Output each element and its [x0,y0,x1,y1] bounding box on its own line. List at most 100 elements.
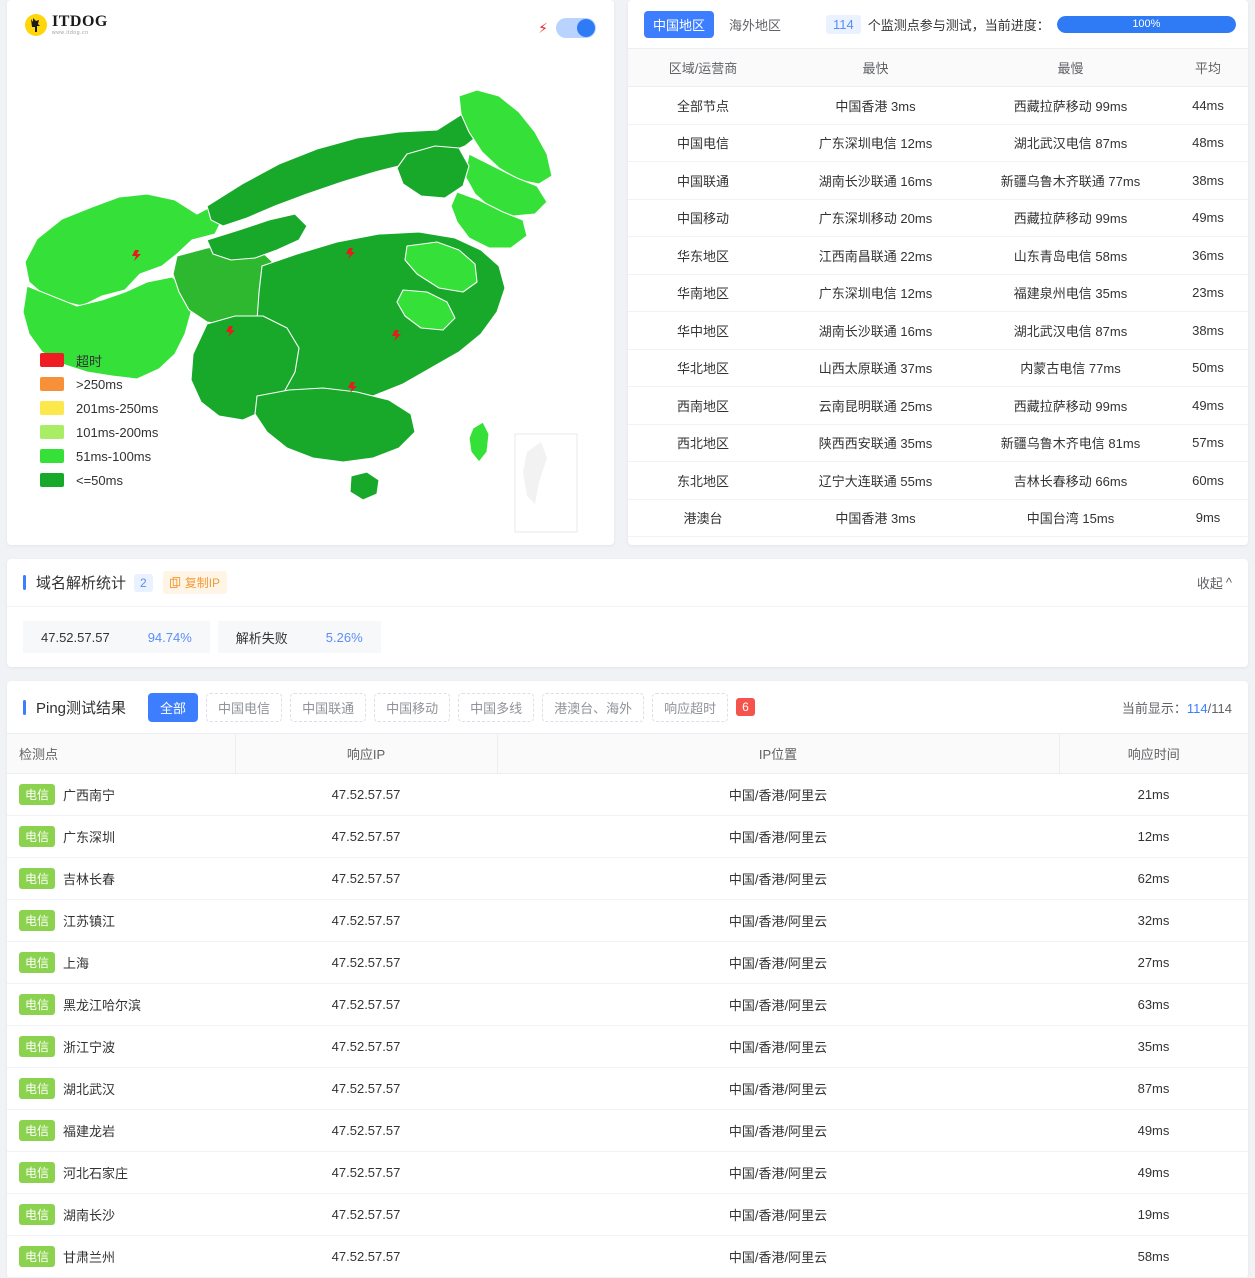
dns-result-name: 解析失败 [235,630,288,646]
col-region: 区域/运营商 [628,48,778,87]
filter-telecom[interactable]: 中国电信 [206,692,283,722]
table-row[interactable]: 电信 吉林长春 47.52.57.57 中国/香港/阿里云 62ms [7,857,1248,900]
isp-tag: 电信 [19,1162,56,1183]
node-name: 江苏镇江 [63,914,116,929]
table-row[interactable]: 电信 江苏镇江 47.52.57.57 中国/香港/阿里云 32ms [7,899,1248,942]
table-row[interactable]: 华南地区 广东深圳电信 12ms 福建泉州电信 35ms 23ms [628,274,1248,312]
legend-item: 超时 [40,348,158,372]
table-row[interactable]: 电信 福建龙岩 47.52.57.57 中国/香港/阿里云 49ms [7,1109,1248,1152]
table-row[interactable]: 电信 甘肃兰州 47.52.57.57 中国/香港/阿里云 58ms [7,1235,1248,1278]
tab-china-region[interactable]: 中国地区 [644,10,715,38]
cell-region: 华中地区 [628,311,778,350]
cell-ip: 47.52.57.57 [235,1109,497,1152]
cell-fastest: 湖南长沙联通 16ms [778,311,973,350]
showing-total: /114 [1207,700,1232,716]
table-row[interactable]: 西南地区 云南昆明联通 25ms 西藏拉萨移动 99ms 49ms [628,386,1248,425]
cell-ip: 47.52.57.57 [235,983,497,1026]
collapse-button[interactable]: 收起 ^ [1197,573,1232,592]
filter-all[interactable]: 全部 [148,692,199,722]
legend-label: 超时 [76,353,103,369]
table-row[interactable]: 东北地区 辽宁大连联通 55ms 吉林长春移动 66ms 60ms [628,461,1248,500]
filter-multiline[interactable]: 中国多线 [458,692,535,722]
table-row[interactable]: 华北地区 山西太原联通 37ms 内蒙古电信 77ms 50ms [628,349,1248,387]
table-row[interactable]: 华东地区 江西南昌联通 22ms 山东青岛电信 58ms 36ms [628,236,1248,275]
tab-overseas-region[interactable]: 海外地区 [720,11,790,38]
node-name: 广西南宁 [63,788,116,803]
cell-fastest: 中国香港 3ms [778,86,973,125]
collapse-label: 收起 [1196,576,1223,591]
cell-average: 23ms [1168,274,1248,312]
dns-result-item[interactable]: 47.52.57.57 94.74% [23,621,210,653]
node-name: 吉林长春 [63,872,116,887]
cell-slowest: 吉林长春移动 66ms [973,461,1168,500]
table-row[interactable]: 西北地区 陕西西安联通 35ms 新疆乌鲁木齐电信 81ms 57ms [628,424,1248,462]
table-row[interactable]: 中国联通 湖南长沙联通 16ms 新疆乌鲁木齐联通 77ms 38ms [628,161,1248,200]
dns-stats-body: 47.52.57.57 94.74% 解析失败 5.26% [7,607,1248,667]
dns-result-item[interactable]: 解析失败 5.26% [217,621,381,653]
filter-overseas[interactable]: 港澳台、海外 [542,692,645,722]
brand-logo[interactable]: ITDOG www.itdog.cn [25,14,108,36]
dns-stats-panel: 域名解析统计 2 复制IP 收起 ^ 47.52.57.57 94.74% 解析 [7,559,1248,667]
cell-response-time: 19ms [1059,1193,1248,1236]
ping-results-body: 电信 广西南宁 47.52.57.57 中国/香港/阿里云 21ms 电信 广东深圳… [7,773,1248,1278]
timeout-count-badge: 6 [736,698,755,716]
cell-node: 电信 吉林长春 [7,857,235,900]
cell-location: 中国/香港/阿里云 [497,1067,1059,1110]
node-name: 湖北武汉 [63,1082,116,1097]
isp-tag: 电信 [19,1204,56,1225]
cell-slowest: 西藏拉萨移动 99ms [973,386,1168,425]
cell-fastest: 广东深圳电信 12ms [778,274,973,312]
cell-location: 中国/香港/阿里云 [497,1151,1059,1194]
legend-label: 201ms-250ms [76,400,159,416]
table-row[interactable]: 电信 上海 47.52.57.57 中国/香港/阿里云 27ms [7,941,1248,984]
table-row[interactable]: 电信 浙江宁波 47.52.57.57 中国/香港/阿里云 35ms [7,1025,1248,1068]
copy-ip-button[interactable]: 复制IP [162,571,228,594]
china-map-panel: ITDOG www.itdog.cn ⚡ 超时 >250ms 201ms-250… [7,0,614,545]
table-row[interactable]: 港澳台 中国香港 3ms 中国台湾 15ms 9ms [628,499,1248,537]
table-row[interactable]: 电信 广西南宁 47.52.57.57 中国/香港/阿里云 21ms [7,773,1248,816]
cell-region: 西南地区 [628,386,778,425]
legend-item: >250ms [40,372,158,396]
cell-fastest: 中国香港 3ms [778,499,973,537]
cell-fastest: 山西太原联通 37ms [778,349,973,387]
node-name: 广东深圳 [63,830,116,845]
filter-mobile[interactable]: 中国移动 [374,692,451,722]
cell-response-time: 49ms [1059,1109,1248,1152]
table-row[interactable]: 电信 湖南长沙 47.52.57.57 中国/香港/阿里云 19ms [7,1193,1248,1236]
table-row[interactable]: 中国移动 广东深圳移动 20ms 西藏拉萨移动 99ms 49ms [628,199,1248,237]
isp-tag: 电信 [19,910,56,931]
cell-ip: 47.52.57.57 [235,1025,497,1068]
legend-label: 101ms-200ms [76,424,159,440]
cell-average: 44ms [1168,86,1248,125]
filter-timeout[interactable]: 响应超时 [652,692,729,722]
cell-location: 中国/香港/阿里云 [497,815,1059,858]
node-name: 甘肃兰州 [63,1250,116,1265]
table-row[interactable]: 电信 湖北武汉 47.52.57.57 中国/香港/阿里云 87ms [7,1067,1248,1110]
cell-slowest: 中国台湾 15ms [973,499,1168,537]
table-row[interactable]: 电信 河北石家庄 47.52.57.57 中国/香港/阿里云 49ms [7,1151,1248,1194]
cell-region: 西北地区 [628,424,778,462]
cell-average: 49ms [1168,386,1248,425]
ping-panel-title: Ping测试结果 [36,699,127,717]
table-row[interactable]: 电信 广东深圳 47.52.57.57 中国/香港/阿里云 12ms [7,815,1248,858]
cell-average: 36ms [1168,236,1248,275]
table-row[interactable]: 中国电信 广东深圳电信 12ms 湖北武汉电信 87ms 48ms [628,124,1248,162]
isp-tag: 电信 [19,1078,56,1099]
isp-tag: 电信 [19,952,56,973]
cell-fastest: 陕西西安联通 35ms [778,424,973,462]
cell-ip: 47.52.57.57 [235,1151,497,1194]
cell-region: 东北地区 [628,461,778,500]
col-node: 检测点 [7,733,235,774]
cell-fastest: 云南昆明联通 25ms [778,386,973,425]
isp-tag: 电信 [19,1036,56,1057]
cell-slowest: 新疆乌鲁木齐联通 77ms [973,161,1168,200]
cell-region: 中国联通 [628,161,778,200]
brand-name: ITDOG [52,13,108,30]
table-row[interactable]: 全部节点 中国香港 3ms 西藏拉萨移动 99ms 44ms [628,86,1248,125]
cell-ip: 47.52.57.57 [235,941,497,984]
table-row[interactable]: 华中地区 湖南长沙联通 16ms 湖北武汉电信 87ms 38ms [628,311,1248,350]
cell-node: 电信 广西南宁 [7,773,235,816]
legend-swatch [40,449,64,463]
table-row[interactable]: 电信 黑龙江哈尔滨 47.52.57.57 中国/香港/阿里云 63ms [7,983,1248,1026]
filter-unicom[interactable]: 中国联通 [290,692,367,722]
